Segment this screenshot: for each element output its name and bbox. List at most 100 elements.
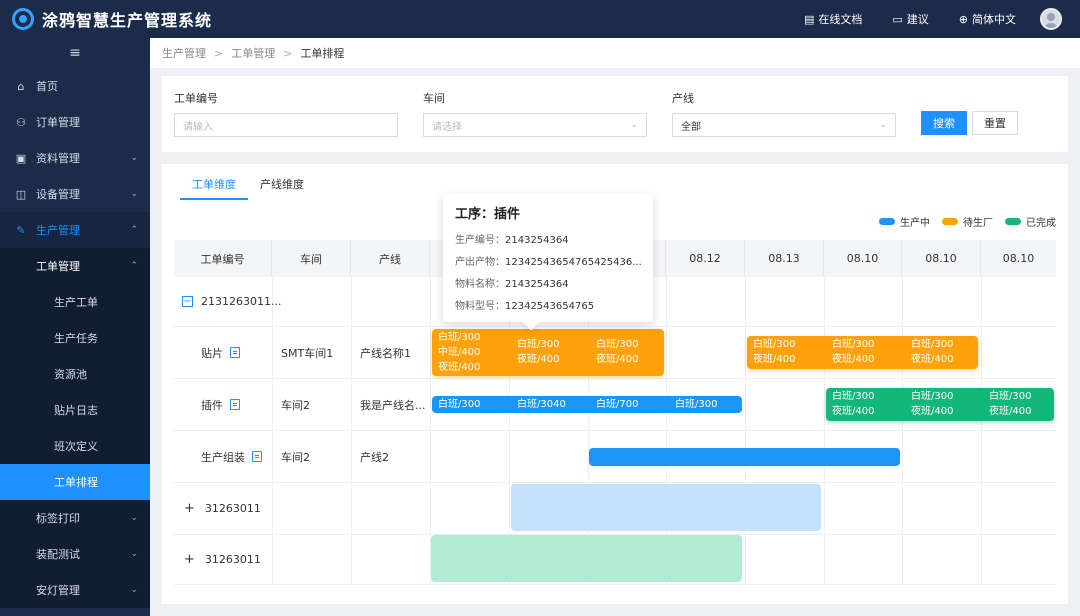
tooltip-row: 物料型号：12342543654765 <box>455 301 595 312</box>
schedule-bar-in-production[interactable] <box>589 448 900 466</box>
chevron-up-icon: ⌃ <box>130 261 138 271</box>
shift-label: 白班/700 <box>596 399 639 410</box>
sidebar-submenu: 工单管理 ⌃ 生产工单 生产任务 资源池 贴片日志 班次定义 工单排程 标签打印… <box>0 248 150 608</box>
col-divider <box>351 277 352 584</box>
menu-toggle-icon[interactable]: ≡ <box>0 38 150 68</box>
shift-label: 白班/300 <box>832 339 875 350</box>
document-icon[interactable] <box>252 451 262 462</box>
shift-label: 白班/300 <box>911 391 954 402</box>
workshop-cell: 车间2 <box>281 450 310 464</box>
process-tooltip: 工序：插件 生产编号：2143254364 产出产物：1234254365476… <box>443 194 653 322</box>
workshop-cell: SMT车间1 <box>281 346 334 360</box>
table-row: 插件 <box>201 379 240 430</box>
shift-label: 白班/3040 <box>517 399 566 410</box>
sidebar-item-materials[interactable]: ▣ 资料管理 ⌄ <box>0 140 150 176</box>
legend-item: 生产中 <box>879 214 930 229</box>
file-icon: ▣ <box>15 151 27 165</box>
process-cell: 插件 <box>201 398 223 412</box>
online-docs-link[interactable]: ▤ 在线文档 <box>804 11 862 27</box>
table-row: 贴片 <box>201 327 240 378</box>
order-no-cell: 2131263011... <box>201 295 282 308</box>
language-switch[interactable]: ⊕ 简体中文 <box>959 11 1016 27</box>
table-row: − 2131263011... <box>182 277 281 326</box>
sidebar-item-andon[interactable]: 安灯管理 ⌄ <box>0 572 150 608</box>
workshop-select[interactable]: 请选择 ⌄ <box>423 113 647 137</box>
document-icon[interactable] <box>230 399 240 410</box>
chevron-down-icon: ⌄ <box>130 153 138 163</box>
chevron-down-icon: ⌄ <box>130 549 138 559</box>
sidebar-item-work-orders[interactable]: 工单管理 ⌃ <box>0 248 150 284</box>
document-icon[interactable] <box>230 347 240 358</box>
tab-line-dimension[interactable]: 产线维度 <box>248 164 316 200</box>
document-icon: ▤ <box>803 12 815 26</box>
col-divider <box>824 277 825 584</box>
shift-label: 夜班/400 <box>832 354 875 365</box>
shift-label: 白班/300 <box>753 339 796 350</box>
chat-icon: ▭ <box>892 12 903 26</box>
row-divider <box>174 584 1056 585</box>
shift-label: 白班/300 <box>675 399 718 410</box>
header-date: 08.12 <box>666 240 745 277</box>
user-avatar[interactable] <box>1040 8 1062 30</box>
schedule-bar-pending[interactable]: 白班/300 中班/400 夜班/400 白班/300 夜班/400 白班/30… <box>432 329 664 376</box>
chevron-up-icon: ⌃ <box>130 225 138 235</box>
header-line: 产线 <box>351 240 430 277</box>
expand-icon[interactable]: + <box>184 501 195 516</box>
collapse-icon[interactable]: − <box>182 296 193 307</box>
breadcrumb-item[interactable]: 工单管理 <box>231 45 275 61</box>
shift-label: 夜班/400 <box>596 354 639 365</box>
chevron-down-icon: ⌄ <box>130 189 138 199</box>
search-button[interactable]: 搜索 <box>921 111 967 135</box>
line-label: 产线 <box>672 92 694 105</box>
sidebar: ≡ ⌂ 首页 ⚇ 订单管理 ▣ 资料管理 ⌄ ◫ 设备管理 ⌄ ✎ 生产管理 ⌃… <box>0 38 150 616</box>
line-field: 产线 全部 ⌄ <box>672 90 896 137</box>
globe-icon: ⊕ <box>958 12 968 26</box>
tooltip-row: 物料名称：2143254364 <box>455 279 569 290</box>
schedule-bar-pending[interactable]: 白班/300 夜班/400 白班/300 夜班/400 白班/300 夜班/40… <box>747 336 978 369</box>
workshop-cell: 车间2 <box>281 398 310 412</box>
sidebar-item-production[interactable]: ✎ 生产管理 ⌃ <box>0 212 150 248</box>
shift-label: 白班/300 <box>517 339 560 350</box>
sidebar-item-home[interactable]: ⌂ 首页 <box>0 68 150 104</box>
sidebar-item-production-order[interactable]: 生产工单 <box>0 284 150 320</box>
header-order-no: 工单编号 <box>174 240 272 277</box>
line-select[interactable]: 全部 ⌄ <box>672 113 896 137</box>
schedule-bar-in-production[interactable]: 白班/300 白班/3040 白班/700 白班/300 <box>432 396 742 413</box>
sidebar-item-resource-pool[interactable]: 资源池 <box>0 356 150 392</box>
schedule-bar-completed[interactable]: 白班/300 夜班/400 白班/300 夜班/400 白班/300 夜班/40… <box>826 388 1054 421</box>
col-divider <box>745 277 746 584</box>
legend-swatch <box>942 218 958 225</box>
row-divider <box>174 482 1056 483</box>
suggestion-link[interactable]: ▭ 建议 <box>892 11 928 27</box>
schedule-bar-summary[interactable] <box>511 484 821 531</box>
app-logo[interactable]: 涂鸦智慧生产管理系统 <box>12 7 212 31</box>
schedule-bar-summary[interactable] <box>431 535 742 582</box>
sidebar-item-label-print[interactable]: 标签打印 ⌄ <box>0 500 150 536</box>
reset-button[interactable]: 重置 <box>972 111 1018 135</box>
header-date: 08.13 <box>745 240 824 277</box>
sidebar-item-production-task[interactable]: 生产任务 <box>0 320 150 356</box>
org-icon: ⚇ <box>16 115 26 129</box>
breadcrumb-item[interactable]: 生产管理 <box>162 45 206 61</box>
sidebar-item-shift-definition[interactable]: 班次定义 <box>0 428 150 464</box>
line-cell: 产线名称1 <box>360 346 411 360</box>
order-no-cell: 31263011 <box>204 553 261 566</box>
tab-order-dimension[interactable]: 工单维度 <box>180 164 248 200</box>
order-no-input[interactable]: 请输入 <box>174 113 398 137</box>
chevron-down-icon: ⌄ <box>879 120 887 130</box>
tooltip-row: 产出产物：12342543654765425436... <box>455 257 641 268</box>
app-title: 涂鸦智慧生产管理系统 <box>42 11 213 30</box>
workshop-label: 车间 <box>423 92 445 105</box>
line-cell: 产线2 <box>360 450 389 464</box>
order-no-cell: 31263011 <box>204 502 261 515</box>
sidebar-item-devices[interactable]: ◫ 设备管理 ⌄ <box>0 176 150 212</box>
sidebar-item-orders[interactable]: ⚇ 订单管理 <box>0 104 150 140</box>
chevron-down-icon: ⌄ <box>130 513 138 523</box>
expand-icon[interactable]: + <box>184 552 195 567</box>
sidebar-item-assembly-test[interactable]: 装配测试 ⌄ <box>0 536 150 572</box>
filter-panel: 工单编号 请输入 车间 请选择 ⌄ 产线 全部 ⌄ 搜索 重置 <box>162 76 1068 152</box>
workshop-field: 车间 请选择 ⌄ <box>423 90 647 137</box>
shift-label: 夜班/400 <box>517 354 560 365</box>
sidebar-item-scheduling[interactable]: 工单排程 <box>0 464 150 500</box>
sidebar-item-smt-log[interactable]: 贴片日志 <box>0 392 150 428</box>
